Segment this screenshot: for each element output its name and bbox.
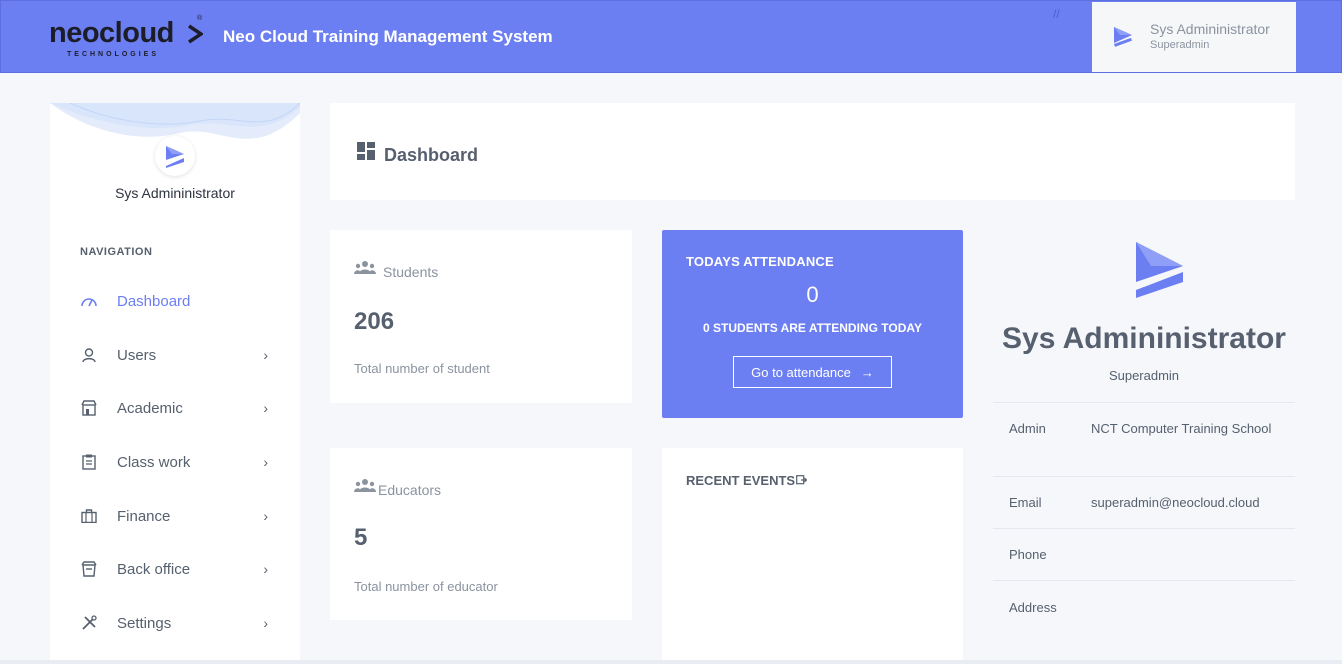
profile-role: Superadmin <box>1108 368 1180 383</box>
sidebar: Sys Admininistrator NAVIGATION Dashboard… <box>50 103 300 664</box>
logo-wordmark: neocloud <box>49 17 174 49</box>
go-to-attendance-button[interactable]: Go to attendance → <box>733 356 892 388</box>
educators-count: 5 <box>354 524 368 551</box>
users-group-icon <box>354 479 376 492</box>
recent-events-label: RECENT EVENTS <box>686 473 796 488</box>
educators-stat-card: Educators 5 Total number of educator <box>330 448 632 620</box>
header-user-name: Sys Admininistrator <box>1150 21 1270 37</box>
chevron-right-icon: › <box>263 508 268 524</box>
sidebar-item-dashboard[interactable]: Dashboard <box>80 286 280 316</box>
building-icon <box>80 399 98 417</box>
header-user-role: Superadmin <box>1150 39 1210 51</box>
logo-chevron-icon <box>188 24 203 44</box>
sidebar-user-name: Sys Admininistrator <box>115 185 235 201</box>
app-title: Neo Cloud Training Management System <box>223 27 553 46</box>
profile-field-label: Admin <box>1009 421 1046 436</box>
sidebar-item-back-office[interactable]: Back office › <box>80 554 280 584</box>
profile-row-admin: Admin NCT Computer Training School <box>993 402 1295 476</box>
sidebar-item-label: Settings <box>117 614 172 632</box>
sidebar-item-label: Back office <box>117 560 191 578</box>
sidebar-item-label: Academic <box>117 399 183 417</box>
gauge-icon <box>80 292 98 310</box>
profile-logo-icon <box>1136 242 1183 298</box>
profile-row-address: Address <box>993 580 1295 632</box>
recent-events-card: RECENT EVENTS <box>662 448 963 664</box>
profile-name: Sys Admininistrator <box>1002 322 1286 355</box>
students-caption: Total number of student <box>354 361 490 376</box>
user-avatar-icon <box>166 146 184 168</box>
user-menu[interactable]: Sys Admininistrator Superadmin <box>1092 2 1296 72</box>
sidebar-item-users[interactable]: Users › <box>80 340 280 370</box>
profile-row-phone: Phone <box>993 528 1295 580</box>
chevron-right-icon: › <box>263 561 268 577</box>
button-label: Go to attendance <box>751 364 851 380</box>
chevron-right-icon: › <box>263 400 268 416</box>
profile-field-value: NCT Computer Training School <box>1091 421 1272 436</box>
sidebar-item-academic[interactable]: Academic › <box>80 393 280 423</box>
sidebar-item-settings[interactable]: Settings › <box>80 608 280 638</box>
sidebar-item-label: Dashboard <box>117 292 191 310</box>
sidebar-item-label: Class work <box>117 453 191 471</box>
attendance-card: TODAYS ATTENDANCE 0 0 STUDENTS ARE ATTEN… <box>662 230 963 418</box>
sidebar-item-label: Finance <box>117 507 171 525</box>
attendance-subtitle: 0 STUDENTS ARE ATTENDING TODAY <box>703 321 922 335</box>
chevron-right-icon: › <box>263 347 268 363</box>
attendance-count: 0 <box>806 282 819 307</box>
bottom-divider <box>0 660 1342 664</box>
educators-caption: Total number of educator <box>354 579 498 594</box>
user-avatar-icon <box>1114 27 1132 47</box>
sidebar-item-label: Users <box>117 346 157 364</box>
logo-subtitle: TECHNOLOGIES <box>67 51 160 58</box>
profile-panel: Sys Admininistrator Superadmin Admin NCT… <box>993 230 1295 664</box>
chevron-right-icon: › <box>263 454 268 470</box>
sidebar-item-finance[interactable]: Finance › <box>80 501 280 531</box>
clipboard-icon <box>80 453 98 471</box>
brand-logo[interactable]: neocloud ® TECHNOLOGIES <box>49 15 209 61</box>
chevron-right-icon: › <box>263 615 268 631</box>
header-divider-icon: // <box>1053 7 1060 21</box>
archive-icon <box>80 560 98 578</box>
profile-field-label: Email <box>1009 495 1042 510</box>
top-header: neocloud ® TECHNOLOGIES Neo Cloud Traini… <box>0 0 1342 73</box>
user-icon <box>80 346 98 364</box>
sidebar-item-class-work[interactable]: Class work › <box>80 447 280 477</box>
arrow-right-icon: → <box>860 364 874 380</box>
dashboard-grid-icon <box>357 142 375 160</box>
profile-row-email: Email superadmin@neocloud.cloud <box>993 476 1295 528</box>
nav-heading: NAVIGATION <box>80 246 153 258</box>
page-header: Dashboard <box>330 103 1295 200</box>
logo-registered-mark: ® <box>197 15 203 22</box>
sidebar-avatar[interactable] <box>155 136 195 176</box>
profile-field-label: Address <box>1009 600 1057 615</box>
students-label: Students <box>383 264 439 280</box>
page-title: Dashboard <box>384 145 479 165</box>
educators-label: Educators <box>378 482 442 498</box>
profile-field-value: superadmin@neocloud.cloud <box>1091 495 1260 510</box>
students-stat-card: Students 206 Total number of student <box>330 230 632 403</box>
attendance-title: TODAYS ATTENDANCE <box>686 254 834 269</box>
tools-icon <box>80 614 98 632</box>
profile-field-label: Phone <box>1009 547 1047 562</box>
recent-events-title: RECENT EVENTS <box>686 473 808 488</box>
users-group-icon <box>354 261 376 274</box>
briefcase-icon <box>80 507 98 525</box>
students-count: 206 <box>354 308 395 335</box>
external-link-icon[interactable] <box>796 475 808 485</box>
